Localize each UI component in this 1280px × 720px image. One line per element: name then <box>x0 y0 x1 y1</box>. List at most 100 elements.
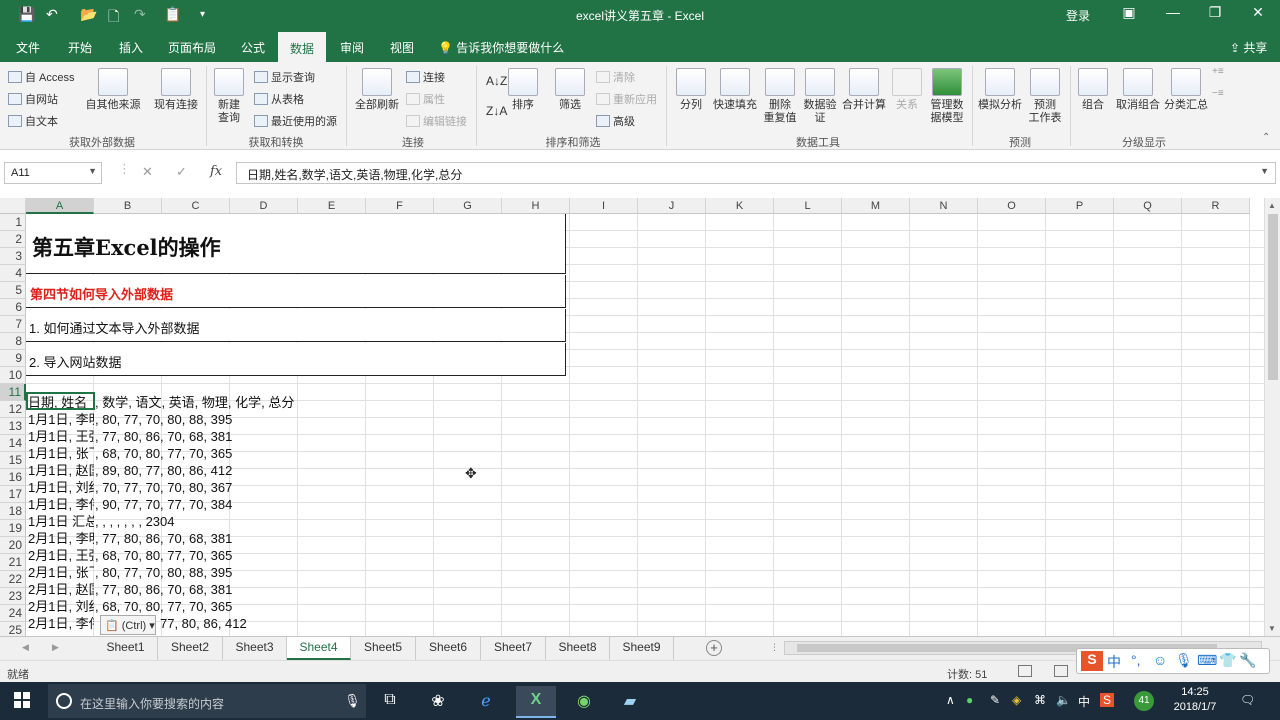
from-table-button[interactable]: 从表格 <box>254 91 304 107</box>
column-header-k[interactable]: K <box>706 198 774 214</box>
column-header-n[interactable]: N <box>910 198 978 214</box>
notepad-app-icon[interactable]: ▰ <box>610 686 650 718</box>
task-view-icon[interactable]: ⧉ <box>370 686 410 718</box>
reapply-button[interactable]: 重新应用 <box>596 91 657 107</box>
row-header-23[interactable]: 23 <box>0 588 26 605</box>
app-icon[interactable]: ❀ <box>418 686 458 718</box>
edit-links-button[interactable]: 编辑链接 <box>406 113 467 129</box>
new-query-button[interactable]: 新建 查询 <box>210 68 248 125</box>
row-header-18[interactable]: 18 <box>0 503 26 520</box>
network-icon[interactable]: ⌘ <box>1034 693 1046 707</box>
sheet-tab-sheet1[interactable]: Sheet1 <box>94 637 158 660</box>
row-header-8[interactable]: 8 <box>0 333 26 350</box>
tab-data[interactable]: 数据 <box>278 32 327 62</box>
prev-sheet-icon[interactable]: ◀ <box>22 642 29 653</box>
minimize-icon[interactable]: — <box>1163 4 1183 20</box>
row-header-14[interactable]: 14 <box>0 435 26 452</box>
cell-a22[interactable]: 2月1日, 赵国 <box>28 581 94 598</box>
row-header-13[interactable]: 13 <box>0 418 26 435</box>
row-header-17[interactable]: 17 <box>0 486 26 503</box>
sort-descending-icon[interactable]: Z↓A <box>486 104 507 118</box>
remove-duplicates-button[interactable]: 删除 重复值 <box>760 68 800 125</box>
show-detail-icon[interactable]: +≡ <box>1212 66 1224 77</box>
column-header-p[interactable]: P <box>1046 198 1114 214</box>
row-header-24[interactable]: 24 <box>0 605 26 622</box>
vertical-scrollbar[interactable]: ▲ ▼ <box>1264 198 1280 636</box>
sheet-tab-sheet7[interactable]: Sheet7 <box>481 637 546 660</box>
volume-icon[interactable]: 🔈 <box>1056 693 1071 707</box>
hide-detail-icon[interactable]: −≡ <box>1212 88 1224 99</box>
login-link[interactable]: 登录 <box>1066 7 1090 24</box>
cancel-icon[interactable]: ✕ <box>142 164 153 180</box>
row-header-5[interactable]: 5 <box>0 282 26 299</box>
restore-icon[interactable]: ❐ <box>1205 4 1225 21</box>
cell-a23[interactable]: 2月1日, 刘红 <box>28 598 94 615</box>
tray-tool-icon[interactable]: ✎ <box>990 693 1000 707</box>
row-header-12[interactable]: 12 <box>0 401 26 418</box>
other-sources-button[interactable]: 自其他来源 <box>84 68 142 112</box>
cell-a21[interactable]: 2月1日, 张飞 <box>28 564 94 581</box>
sheet-tab-sheet3[interactable]: Sheet3 <box>223 637 287 660</box>
share-button[interactable]: ⇪ 共享 <box>1230 39 1267 56</box>
formula-input[interactable]: 日期,姓名,数学,语文,英语,物理,化学,总分 ▼ <box>236 162 1276 184</box>
worksheet-grid[interactable]: ABCDEFGHIJKLMNOPQR 1 2 3 4 5 6 7 8 9 10 11 12 13 14 15… <box>0 198 1264 636</box>
tray-app-icon[interactable]: ● <box>966 693 973 707</box>
column-header-f[interactable]: F <box>366 198 434 214</box>
scroll-thumb[interactable] <box>1268 214 1278 380</box>
add-sheet-icon[interactable]: + <box>706 640 722 656</box>
ime-indicator[interactable]: 中 <box>1078 693 1090 710</box>
ungroup-button[interactable]: 取消组合 <box>1112 68 1164 112</box>
sort-button[interactable]: 排序 <box>506 68 540 112</box>
sheet-tab-sheet5[interactable]: Sheet5 <box>351 637 416 660</box>
tab-review[interactable]: 审阅 <box>340 39 364 56</box>
column-header-h[interactable]: H <box>502 198 570 214</box>
ime-chinese-icon[interactable]: 中 <box>1107 652 1121 672</box>
row-header-16[interactable]: 16 <box>0 469 26 486</box>
filter-button[interactable]: 筛选 <box>552 68 588 112</box>
row-header-19[interactable]: 19 <box>0 520 26 537</box>
column-header-j[interactable]: J <box>638 198 706 214</box>
group-button[interactable]: 组合 <box>1076 68 1110 112</box>
text-to-columns-button[interactable]: 分列 <box>674 68 708 112</box>
cell-a14[interactable]: 1月1日, 张飞 <box>28 445 94 462</box>
relationships-button[interactable]: 关系 <box>890 68 924 112</box>
column-header-a[interactable]: A <box>26 198 94 214</box>
tab-formulas[interactable]: 公式 <box>241 39 265 56</box>
row-header-25[interactable]: 25 <box>0 622 26 636</box>
row-header-1[interactable]: 1 <box>0 214 26 231</box>
column-header-m[interactable]: M <box>842 198 910 214</box>
name-box[interactable]: A11 ▼ <box>4 162 102 184</box>
ime-punct-icon[interactable]: °, <box>1131 652 1141 668</box>
cell-a20[interactable]: 2月1日, 王强 <box>28 547 94 564</box>
tell-me-box[interactable]: 💡 告诉我你想要做什么 <box>438 39 564 56</box>
scroll-up-icon[interactable]: ▲ <box>1268 201 1276 210</box>
row-header-3[interactable]: 3 <box>0 248 26 265</box>
select-all-corner[interactable] <box>0 198 26 214</box>
sogou-tray-icon[interactable]: S <box>1100 693 1115 707</box>
taskbar-search-box[interactable]: 在这里输入你要搜索的内容 🎙 <box>48 684 366 718</box>
action-center-icon[interactable]: 🗨 <box>1240 693 1255 707</box>
row-header-9[interactable]: 9 <box>0 350 26 367</box>
row-header-22[interactable]: 22 <box>0 571 26 588</box>
what-if-button[interactable]: 模拟分析 <box>976 68 1024 112</box>
ime-voice-icon[interactable]: 🎙 <box>1175 652 1193 669</box>
row-header-4[interactable]: 4 <box>0 265 26 282</box>
close-icon[interactable]: ✕ <box>1248 4 1268 21</box>
flash-fill-button[interactable]: 快速填充 <box>710 68 760 112</box>
row-header-21[interactable]: 21 <box>0 554 26 571</box>
column-header-r[interactable]: R <box>1182 198 1250 214</box>
tab-insert[interactable]: 插入 <box>119 39 143 56</box>
row-header-7[interactable]: 7 <box>0 316 26 333</box>
tab-file[interactable]: 文件 <box>16 39 40 56</box>
row-header-6[interactable]: 6 <box>0 299 26 316</box>
column-header-e[interactable]: E <box>298 198 366 214</box>
recent-sources-button[interactable]: 最近使用的源 <box>254 113 337 129</box>
sheet-tab-sheet8[interactable]: Sheet8 <box>546 637 610 660</box>
windows-start-icon[interactable] <box>14 692 30 708</box>
row-header-10[interactable]: 10 <box>0 367 26 384</box>
advanced-filter-button[interactable]: 高级 <box>596 113 635 129</box>
cell-a15[interactable]: 1月1日, 赵国 <box>28 462 94 479</box>
ribbon-display-icon[interactable]: ▣ <box>1119 4 1139 21</box>
next-sheet-icon[interactable]: ▶ <box>52 642 59 653</box>
excel-app-icon[interactable]: X <box>516 686 556 718</box>
